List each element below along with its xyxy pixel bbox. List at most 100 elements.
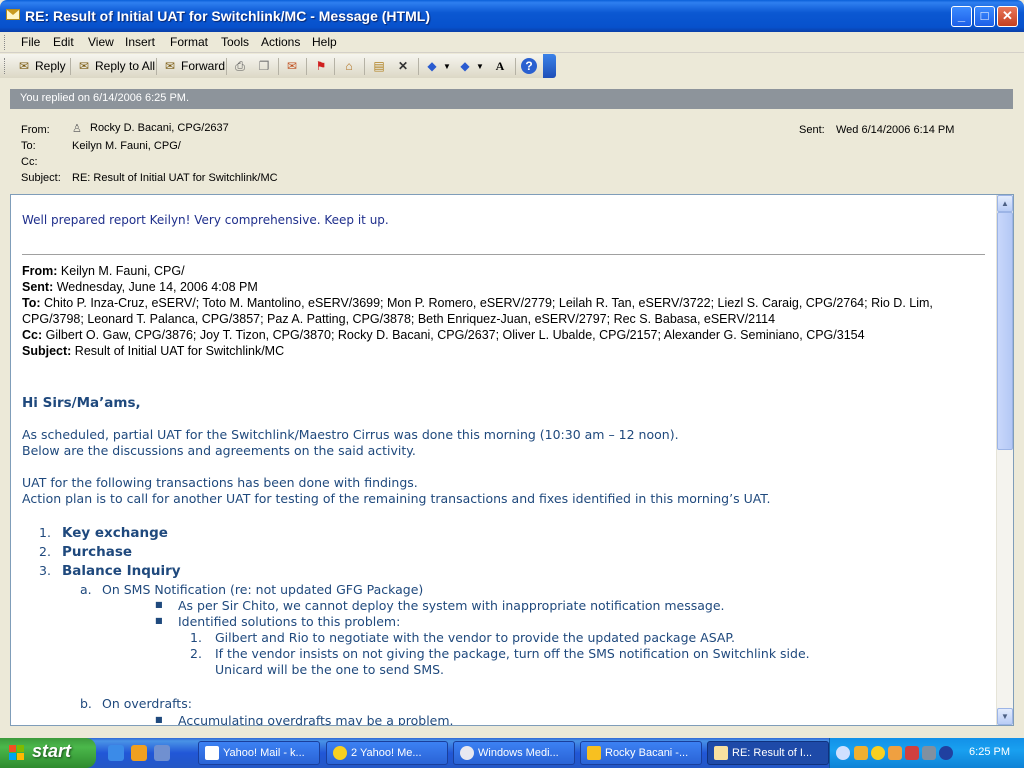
clock[interactable]: 6:25 PM <box>969 746 1010 758</box>
start-label: start <box>32 741 72 761</box>
start-button[interactable]: start <box>0 738 96 768</box>
task-current-message[interactable]: RE: Result of I... <box>707 741 829 765</box>
menu-format[interactable]: Format <box>170 35 208 49</box>
info-bar[interactable]: You replied on 6/14/2006 6:25 PM. <box>10 89 1013 109</box>
chat-icon <box>587 746 601 760</box>
reply-label: Reply <box>35 59 66 73</box>
task-yahoo-messenger[interactable]: 2 Yahoo! Me... <box>326 741 448 765</box>
network-icon[interactable] <box>922 746 936 760</box>
menu-view[interactable]: View <box>88 35 114 49</box>
copy-button[interactable]: ❐ <box>256 57 275 75</box>
person-icon: ♙ <box>72 123 82 135</box>
sublist-marker: b. <box>80 696 92 711</box>
envelope-icon <box>714 746 728 760</box>
close-button[interactable]: ✕ <box>997 6 1018 27</box>
from-name: Rocky D. Bacani, CPG/2637 <box>90 122 229 134</box>
flag-button[interactable]: ⚑ <box>313 57 332 75</box>
task-windows-media[interactable]: Windows Medi... <box>453 741 575 765</box>
title-bar[interactable]: RE: Result of Initial UAT for Switchlink… <box>0 0 1024 32</box>
move-to-folder-button[interactable]: ▤ <box>371 57 390 75</box>
reply-all-label: Reply to All <box>95 59 156 73</box>
minimize-button[interactable]: _ <box>951 6 972 27</box>
next-item-button[interactable]: ◆ ▼ <box>457 57 484 75</box>
address-book-button[interactable]: ⌂ <box>341 57 360 75</box>
standard-toolbar: ✉ Reply ✉ Reply to All ✉ Forward ⎙ ❐ ✉ ⚑… <box>0 54 556 78</box>
toolbar-separator <box>156 58 157 75</box>
bullet-text: Identified solutions to this problem: <box>178 614 401 629</box>
menu-actions[interactable]: Actions <box>261 35 300 49</box>
fwd-subject-value: Result of Initial UAT for Switchlink/MC <box>74 344 285 358</box>
paragraph-2-line-1: UAT for the following transactions has b… <box>22 475 418 490</box>
solution-text: If the vendor insists on not giving the … <box>215 646 810 661</box>
sublist-item-overdrafts: On overdrafts: <box>102 696 192 711</box>
help-button[interactable]: ? <box>521 57 540 75</box>
tray-app-icon[interactable] <box>905 746 919 760</box>
menu-file[interactable]: File <box>21 35 40 49</box>
menu-bar: File Edit View Insert Format Tools Actio… <box>0 32 1024 53</box>
quicklaunch-icon[interactable] <box>131 745 147 761</box>
print-button[interactable]: ⎙ <box>232 57 251 75</box>
scroll-up-button[interactable]: ▲ <box>997 195 1013 212</box>
solution-number: 2. <box>190 646 202 661</box>
task-rocky-bacani[interactable]: Rocky Bacani -... <box>580 741 702 765</box>
reply-all-icon: ✉ <box>78 59 90 73</box>
menu-tools[interactable]: Tools <box>221 35 249 49</box>
menu-edit[interactable]: Edit <box>53 35 74 49</box>
tray-app-icon[interactable] <box>854 746 868 760</box>
toolbar-separator <box>334 58 335 75</box>
tray-expand-icon[interactable] <box>836 746 850 760</box>
scroll-thumb[interactable] <box>997 212 1013 450</box>
tray-app-icon[interactable] <box>888 746 902 760</box>
fwd-subject-label: Subject: <box>22 344 72 358</box>
previous-item-button[interactable]: ◆ ▼ <box>424 57 451 75</box>
move-button[interactable]: ✉ <box>284 57 303 75</box>
to-value[interactable]: Keilyn M. Fauni, CPG/ <box>72 140 181 152</box>
sublist-item-sms: On SMS Notification (re: not updated GFG… <box>102 582 424 597</box>
message-body[interactable]: Well prepared report Keilyn! Very compre… <box>10 194 1014 726</box>
toolbar-grip[interactable] <box>4 58 7 74</box>
scroll-down-button[interactable]: ▼ <box>997 708 1013 725</box>
fwd-to-cont: CPG/3798; Leonard T. Palanca, CPG/3857; … <box>22 312 776 326</box>
yahoo-tray-icon[interactable] <box>871 746 885 760</box>
windows-media-icon <box>460 746 474 760</box>
sublist-marker: a. <box>80 582 92 597</box>
fwd-from-value: Keilyn M. Fauni, CPG/ <box>60 264 185 278</box>
menu-grip[interactable] <box>4 35 7 50</box>
yahoo-mail-icon <box>205 746 219 760</box>
list-item-balance-inquiry: Balance Inquiry <box>62 563 181 579</box>
font-size-button[interactable]: A <box>492 57 511 75</box>
internet-explorer-icon[interactable] <box>108 745 124 761</box>
toolbar-separator <box>70 58 71 75</box>
reply-button[interactable]: ✉ Reply <box>16 57 66 75</box>
divider <box>22 254 985 255</box>
menu-insert[interactable]: Insert <box>125 35 155 49</box>
envelope-icon <box>6 9 20 20</box>
delete-button[interactable]: ✕ <box>395 57 414 75</box>
show-desktop-icon[interactable] <box>154 745 170 761</box>
toolbar-separator <box>278 58 279 75</box>
forward-icon: ✉ <box>164 59 176 73</box>
paragraph-1-line-1: As scheduled, partial UAT for the Switch… <box>22 427 679 442</box>
fwd-sent-label: Sent: <box>22 280 54 294</box>
message-window: RE: Result of Initial UAT for Switchlink… <box>0 0 1024 738</box>
tray-app-icon[interactable] <box>939 746 953 760</box>
address-book-icon: ⌂ <box>345 59 353 73</box>
list-item-purchase: Purchase <box>62 544 133 560</box>
fwd-sent: Sent: Wednesday, June 14, 2006 4:08 PM <box>22 280 258 294</box>
menu-help[interactable]: Help <box>312 35 337 49</box>
maximize-button[interactable]: □ <box>974 6 995 27</box>
subject-value: RE: Result of Initial UAT for Switchlink… <box>72 172 278 184</box>
bullet-icon: ■ <box>155 715 163 724</box>
fwd-cc-label: Cc: <box>22 328 43 342</box>
from-value[interactable]: ♙ Rocky D. Bacani, CPG/2637 <box>72 122 229 135</box>
fwd-to-label: To: <box>22 296 41 310</box>
vertical-scrollbar[interactable]: ▲ ▼ <box>996 195 1013 725</box>
reply-all-button[interactable]: ✉ Reply to All <box>76 57 155 75</box>
toolbar-separator <box>226 58 227 75</box>
forward-button[interactable]: ✉ Forward <box>162 57 225 75</box>
toolbar-overflow-button[interactable] <box>543 54 556 78</box>
to-label: To: <box>21 140 36 152</box>
bullet-icon: ■ <box>155 616 163 625</box>
task-yahoo-mail[interactable]: Yahoo! Mail - k... <box>198 741 320 765</box>
bullet-icon: ■ <box>155 600 163 609</box>
